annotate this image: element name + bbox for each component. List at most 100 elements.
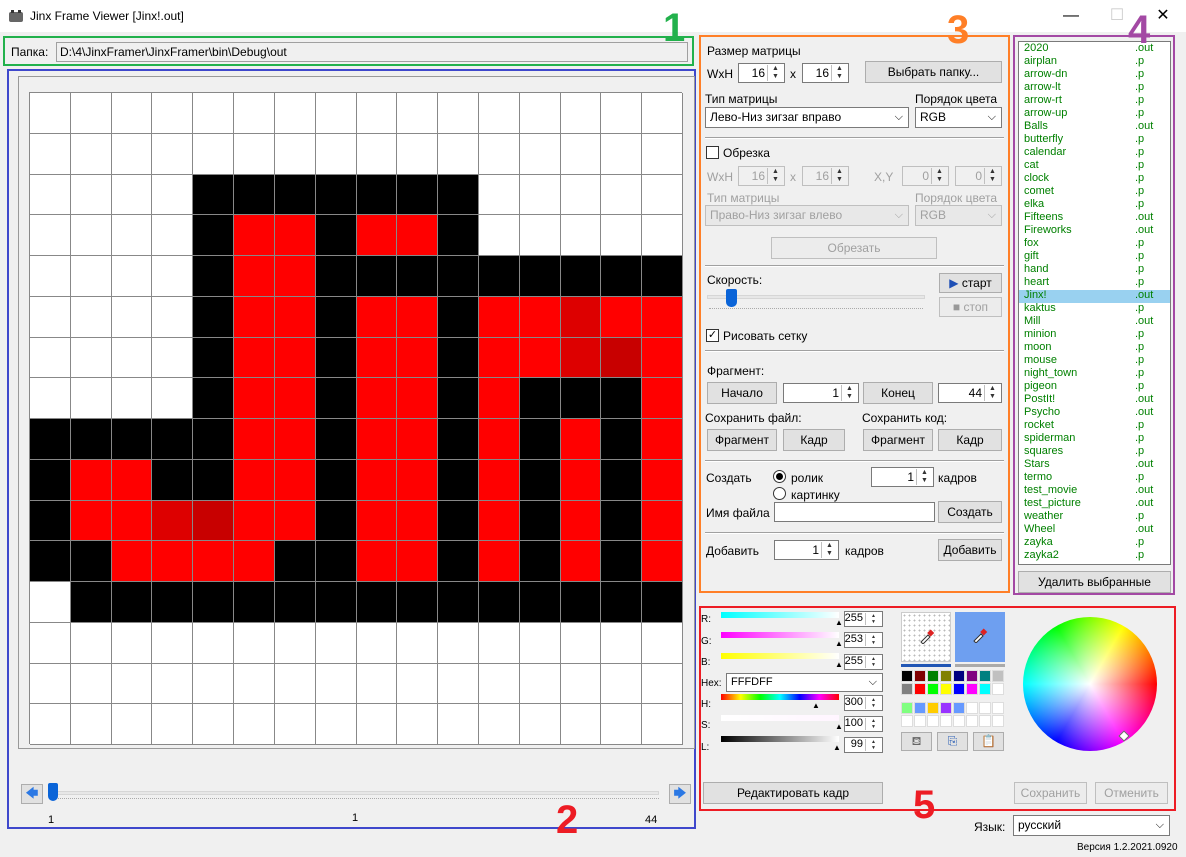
- matrix-cell[interactable]: [560, 704, 602, 745]
- matrix-cell[interactable]: [274, 541, 316, 582]
- matrix-cell[interactable]: [601, 133, 643, 175]
- matrix-cell[interactable]: [601, 582, 643, 623]
- palette-swatch[interactable]: [901, 702, 913, 714]
- matrix-cell[interactable]: [193, 663, 235, 705]
- hex-select[interactable]: FFFDFF ⌵: [726, 673, 883, 692]
- save-color-button[interactable]: Сохранить: [1014, 782, 1087, 804]
- matrix-cell[interactable]: [560, 582, 602, 623]
- matrix-cell[interactable]: [234, 93, 275, 134]
- matrix-cell[interactable]: [111, 419, 153, 460]
- matrix-cell[interactable]: [193, 337, 235, 379]
- crop-type-select[interactable]: Право-Низ зигзаг влево ⌵: [705, 205, 909, 226]
- matrix-cell[interactable]: [642, 337, 683, 379]
- timeline-track[interactable]: [53, 791, 659, 795]
- r-stepper[interactable]: 255 ▲ ▼: [844, 611, 883, 627]
- matrix-cell[interactable]: [438, 419, 479, 460]
- matrix-cell[interactable]: [438, 541, 479, 582]
- matrix-cell[interactable]: [30, 337, 71, 379]
- crop-x-stepper[interactable]: 0 ▲ ▼: [902, 166, 949, 186]
- matrix-cell[interactable]: [397, 582, 439, 623]
- palette-swatch[interactable]: [979, 683, 991, 695]
- matrix-cell[interactable]: [438, 337, 479, 379]
- matrix-cell[interactable]: [30, 296, 71, 338]
- matrix-cell[interactable]: [315, 704, 357, 745]
- color-wheel[interactable]: [1023, 617, 1157, 751]
- palette-swatch[interactable]: [966, 715, 978, 727]
- save-file-frame-button[interactable]: Кадр: [783, 429, 845, 451]
- matrix-cell[interactable]: [601, 419, 643, 460]
- matrix-cell[interactable]: [601, 459, 643, 501]
- matrix-cell[interactable]: [274, 500, 316, 542]
- palette-swatch[interactable]: [966, 670, 978, 682]
- matrix-cell[interactable]: [234, 378, 275, 419]
- palette-swatch[interactable]: [979, 702, 991, 714]
- old-color-swatch[interactable]: [901, 612, 951, 662]
- speed-track[interactable]: [707, 295, 925, 299]
- matrix-cell[interactable]: [274, 215, 316, 256]
- matrix-cell[interactable]: [560, 459, 602, 501]
- matrix-cell[interactable]: [274, 459, 316, 501]
- matrix-cell[interactable]: [111, 133, 153, 175]
- prev-frame-button[interactable]: 🡄: [21, 784, 43, 804]
- matrix-cell[interactable]: [315, 582, 357, 623]
- g-slider-thumb[interactable]: ▲: [835, 639, 843, 648]
- palette-swatch[interactable]: [927, 670, 939, 682]
- matrix-cell[interactable]: [70, 582, 112, 623]
- matrix-cell[interactable]: [152, 459, 194, 501]
- s-slider[interactable]: [721, 715, 839, 721]
- matrix-cell[interactable]: [519, 256, 561, 297]
- matrix-cell[interactable]: [193, 541, 235, 582]
- palette-swatch[interactable]: [992, 670, 1004, 682]
- matrix-cell[interactable]: [397, 296, 439, 338]
- matrix-cell[interactable]: [356, 622, 398, 664]
- edit-frame-button[interactable]: Редактировать кадр: [703, 782, 883, 804]
- matrix-cell[interactable]: [356, 215, 398, 256]
- matrix-cell[interactable]: [438, 215, 479, 256]
- matrix-cell[interactable]: [274, 419, 316, 460]
- matrix-cell[interactable]: [519, 704, 561, 745]
- filename-input[interactable]: [774, 502, 935, 522]
- matrix-cell[interactable]: [152, 419, 194, 460]
- matrix-cell[interactable]: [152, 663, 194, 705]
- b-slider-thumb[interactable]: ▲: [835, 660, 843, 669]
- matrix-cell[interactable]: [30, 622, 71, 664]
- draw-grid-checkbox[interactable]: ✓: [706, 329, 719, 342]
- palette-swatch[interactable]: [927, 715, 939, 727]
- matrix-cell[interactable]: [193, 704, 235, 745]
- minimize-button[interactable]: —: [1048, 5, 1094, 27]
- begin-button[interactable]: Начало: [707, 382, 777, 404]
- palette-swatch[interactable]: [901, 683, 913, 695]
- palette-swatch[interactable]: [901, 670, 913, 682]
- matrix-cell[interactable]: [315, 337, 357, 379]
- matrix-cell[interactable]: [70, 500, 112, 542]
- palette-swatch[interactable]: [979, 670, 991, 682]
- matrix-cell[interactable]: [397, 133, 439, 175]
- add-button[interactable]: Добавить: [938, 539, 1002, 561]
- palette-swatch[interactable]: [940, 715, 952, 727]
- matrix-cell[interactable]: [193, 256, 235, 297]
- g-slider[interactable]: [721, 632, 839, 638]
- matrix-cell[interactable]: [519, 419, 561, 460]
- basic-palette[interactable]: [901, 670, 1005, 696]
- matrix-cell[interactable]: [30, 459, 71, 501]
- matrix-cell[interactable]: [315, 541, 357, 582]
- matrix-cell[interactable]: [70, 663, 112, 705]
- palette-swatch[interactable]: [940, 702, 952, 714]
- s-slider-thumb[interactable]: ▲: [835, 722, 843, 731]
- matrix-cell[interactable]: [478, 622, 520, 664]
- s-stepper[interactable]: 100 ▲ ▼: [844, 716, 883, 732]
- matrix-cell[interactable]: [315, 419, 357, 460]
- matrix-cell[interactable]: [30, 541, 71, 582]
- matrix-cell[interactable]: [356, 296, 398, 338]
- matrix-cell[interactable]: [315, 622, 357, 664]
- matrix-cell[interactable]: [111, 378, 153, 419]
- matrix-cell[interactable]: [111, 459, 153, 501]
- palette-swatch[interactable]: [966, 702, 978, 714]
- matrix-cell[interactable]: [642, 622, 683, 664]
- matrix-cell[interactable]: [356, 663, 398, 705]
- matrix-cell[interactable]: [30, 419, 71, 460]
- folder-path-field[interactable]: D:\4\JinxFramer\JinxFramer\bin\Debug\out: [56, 42, 688, 62]
- matrix-cell[interactable]: [70, 215, 112, 256]
- matrix-cell[interactable]: [601, 500, 643, 542]
- palette-swatch[interactable]: [992, 715, 1004, 727]
